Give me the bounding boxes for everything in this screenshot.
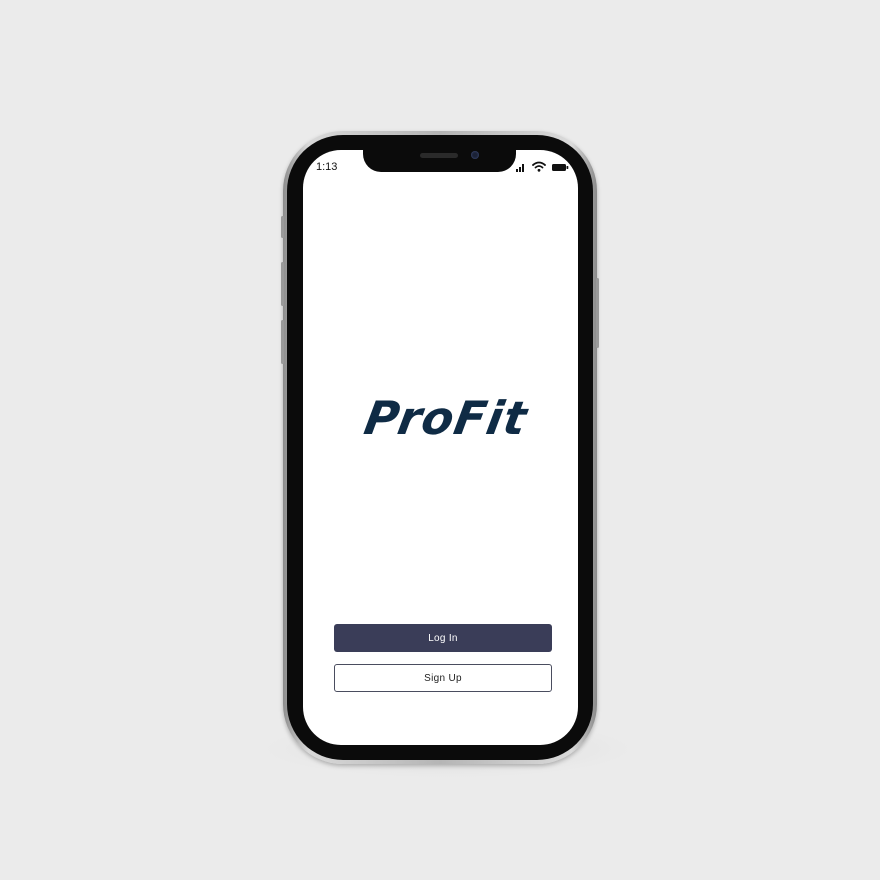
battery-icon	[552, 164, 569, 171]
login-button[interactable]: Log In	[334, 624, 552, 652]
front-camera	[471, 151, 479, 159]
power-button	[596, 278, 599, 348]
profit-logo-text: ProFit	[361, 396, 533, 440]
mute-switch	[281, 216, 284, 238]
status-time: 1:13	[316, 161, 338, 173]
stage: 1:13 ProFit Log In Sign Up	[0, 0, 880, 880]
app-screen: 1:13 ProFit Log In Sign Up	[303, 150, 578, 745]
volume-up-button	[281, 262, 284, 306]
status-icons	[516, 160, 569, 172]
volume-down-button	[281, 320, 284, 364]
wifi-icon	[532, 161, 546, 172]
notch	[363, 150, 516, 172]
profit-logo: ProFit	[355, 396, 533, 440]
cellular-signal-icon	[516, 164, 524, 172]
signup-button[interactable]: Sign Up	[334, 664, 552, 692]
earpiece-speaker	[420, 153, 458, 158]
